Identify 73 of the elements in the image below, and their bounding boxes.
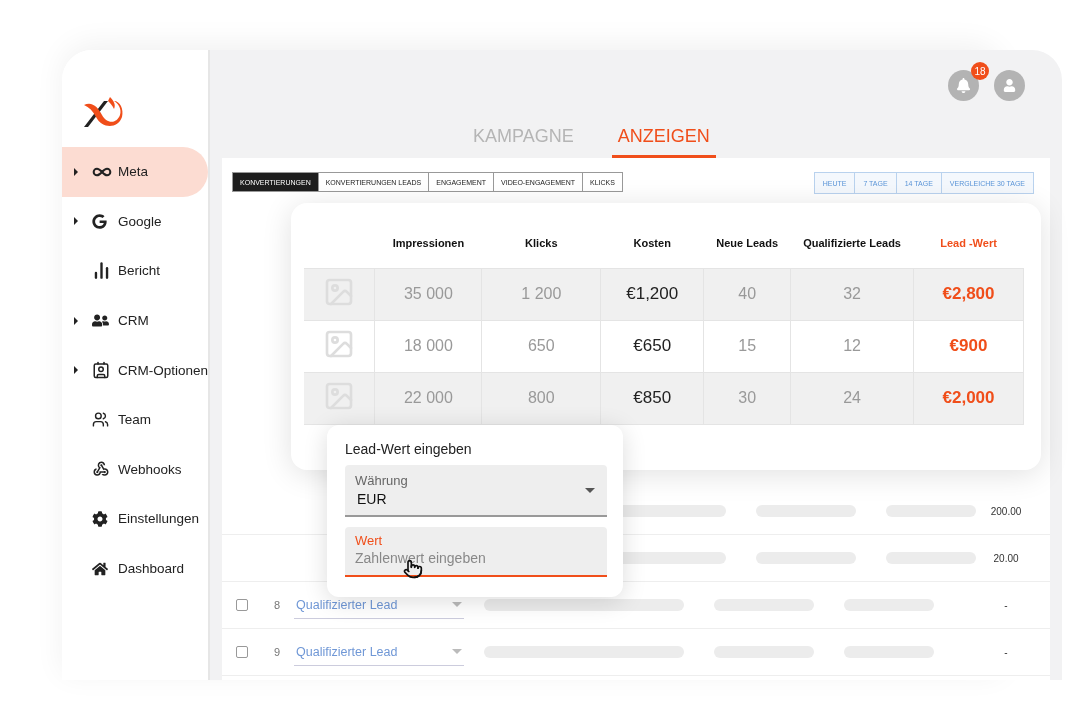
sidebar-item[interactable]: Bericht (62, 246, 209, 296)
column-header: Kosten (600, 218, 704, 268)
home-icon (92, 560, 108, 577)
table-cell: 22 000 (374, 372, 482, 424)
sidebar-item-label: Dashboard (118, 561, 185, 577)
row-number: 9 (274, 646, 282, 658)
caret-icon (452, 649, 463, 654)
sidebar-item-label: Meta (118, 164, 148, 180)
table-cell: 15 (703, 320, 791, 372)
table-cell: 30 (703, 372, 791, 424)
google-g-icon (92, 213, 107, 229)
sidebar-item-label: Bericht (118, 263, 161, 279)
sidebar-item[interactable]: Google (62, 196, 209, 247)
sidebar-item[interactable]: Webhooks (62, 444, 209, 495)
row-checkbox[interactable] (236, 599, 249, 611)
table-cell: 32 (790, 268, 914, 320)
value-input-field[interactable]: Zahlenwert eingeben (355, 548, 555, 568)
sidebar-item[interactable]: Dashboard (62, 543, 209, 594)
table-cell: 18 000 (374, 320, 482, 372)
table-cell: €2,000 (913, 372, 1024, 424)
sidebar-item-label: Google (118, 213, 162, 229)
bell-icon (956, 78, 972, 93)
caret-icon (74, 366, 78, 375)
contact-card-icon (92, 361, 110, 380)
column-header: Neue Leads (703, 218, 791, 268)
table-cell: 650 (481, 320, 601, 372)
table-cell: €900 (913, 320, 1024, 372)
table-cell: €1,200 (600, 268, 704, 320)
team-icon (92, 411, 109, 429)
notification-count: 18 (971, 62, 990, 80)
row-number: 8 (274, 599, 282, 611)
column-header: Klicks (481, 218, 601, 268)
sidebar-item[interactable]: Team (62, 394, 209, 445)
sidebar-item[interactable]: Meta (62, 147, 209, 197)
caret-icon (74, 316, 78, 325)
sidebar-item[interactable]: CRM (62, 295, 209, 346)
amount: - (1003, 599, 1009, 611)
caret-icon (74, 167, 78, 176)
amount: 200.00 (989, 505, 1023, 517)
bar-chart-icon (92, 261, 111, 281)
logo-icon (82, 95, 124, 129)
sidebar-item-label: CRM-Optionen (118, 362, 209, 378)
table-cell: €850 (600, 372, 704, 424)
currency-select[interactable]: Währung EUR (345, 465, 607, 517)
sidebar-item-label: Webhooks (118, 461, 182, 477)
table-cell: 1 200 (481, 268, 601, 320)
sidebar-item-label: Team (118, 412, 151, 428)
sidebar-item[interactable]: CRM-Optionen (62, 345, 209, 395)
table-cell: 40 (703, 268, 791, 320)
popup-title: Lead-Wert eingeben (345, 441, 473, 457)
row-checkbox[interactable] (236, 646, 249, 658)
column-header: Impressionen (374, 218, 482, 268)
table-cell: 12 (790, 320, 914, 372)
caret-icon (585, 487, 595, 493)
table-cell: 35 000 (374, 268, 482, 320)
webhook-icon (92, 460, 110, 479)
table-cell: 24 (790, 372, 914, 424)
caret-icon (452, 602, 463, 607)
field-label: Wert (355, 533, 383, 548)
sidebar-item-label: CRM (118, 313, 149, 329)
caret-icon (74, 217, 78, 226)
user-icon (1003, 79, 1017, 92)
table-cell: €650 (600, 320, 704, 372)
table-cell: 800 (481, 372, 601, 424)
amount: - (1003, 646, 1009, 658)
sidebar-item-label: Einstellungen (118, 511, 200, 527)
sidebar-item[interactable]: Einstellungen (62, 494, 209, 544)
settings-icon (92, 510, 108, 527)
column-header: Lead -Wert (913, 218, 1024, 268)
column-header: Qualifizierte Leads (790, 218, 914, 268)
amount: 20.00 (992, 552, 1020, 564)
profile-button[interactable] (994, 70, 1026, 101)
table-cell: €2,800 (913, 268, 1024, 320)
